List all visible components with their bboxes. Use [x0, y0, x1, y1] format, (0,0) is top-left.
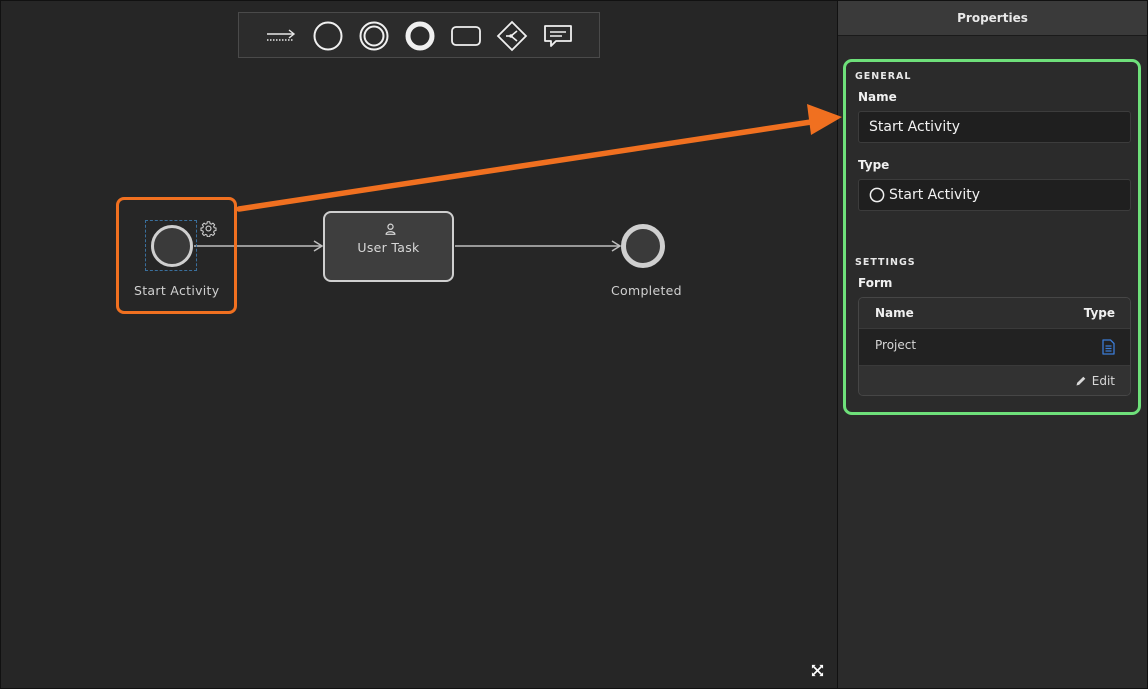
user-task-label: User Task	[357, 240, 420, 255]
app-window: Start Activity User Task Completed Prope…	[0, 0, 1148, 689]
user-icon	[385, 223, 396, 235]
user-task-node[interactable]: User Task	[323, 211, 454, 282]
diagram-canvas[interactable]: Start Activity User Task Completed	[1, 1, 838, 688]
properties-header: Properties	[838, 1, 1147, 36]
orange-highlight-frame	[116, 197, 237, 314]
green-highlight-frame	[843, 59, 1141, 415]
properties-panel: Properties GENERAL Name Start Activity T…	[838, 1, 1147, 688]
fullscreen-icon[interactable]	[811, 664, 824, 677]
completed-node[interactable]	[621, 224, 665, 268]
completed-label: Completed	[611, 283, 682, 298]
sequence-flows	[194, 240, 622, 252]
